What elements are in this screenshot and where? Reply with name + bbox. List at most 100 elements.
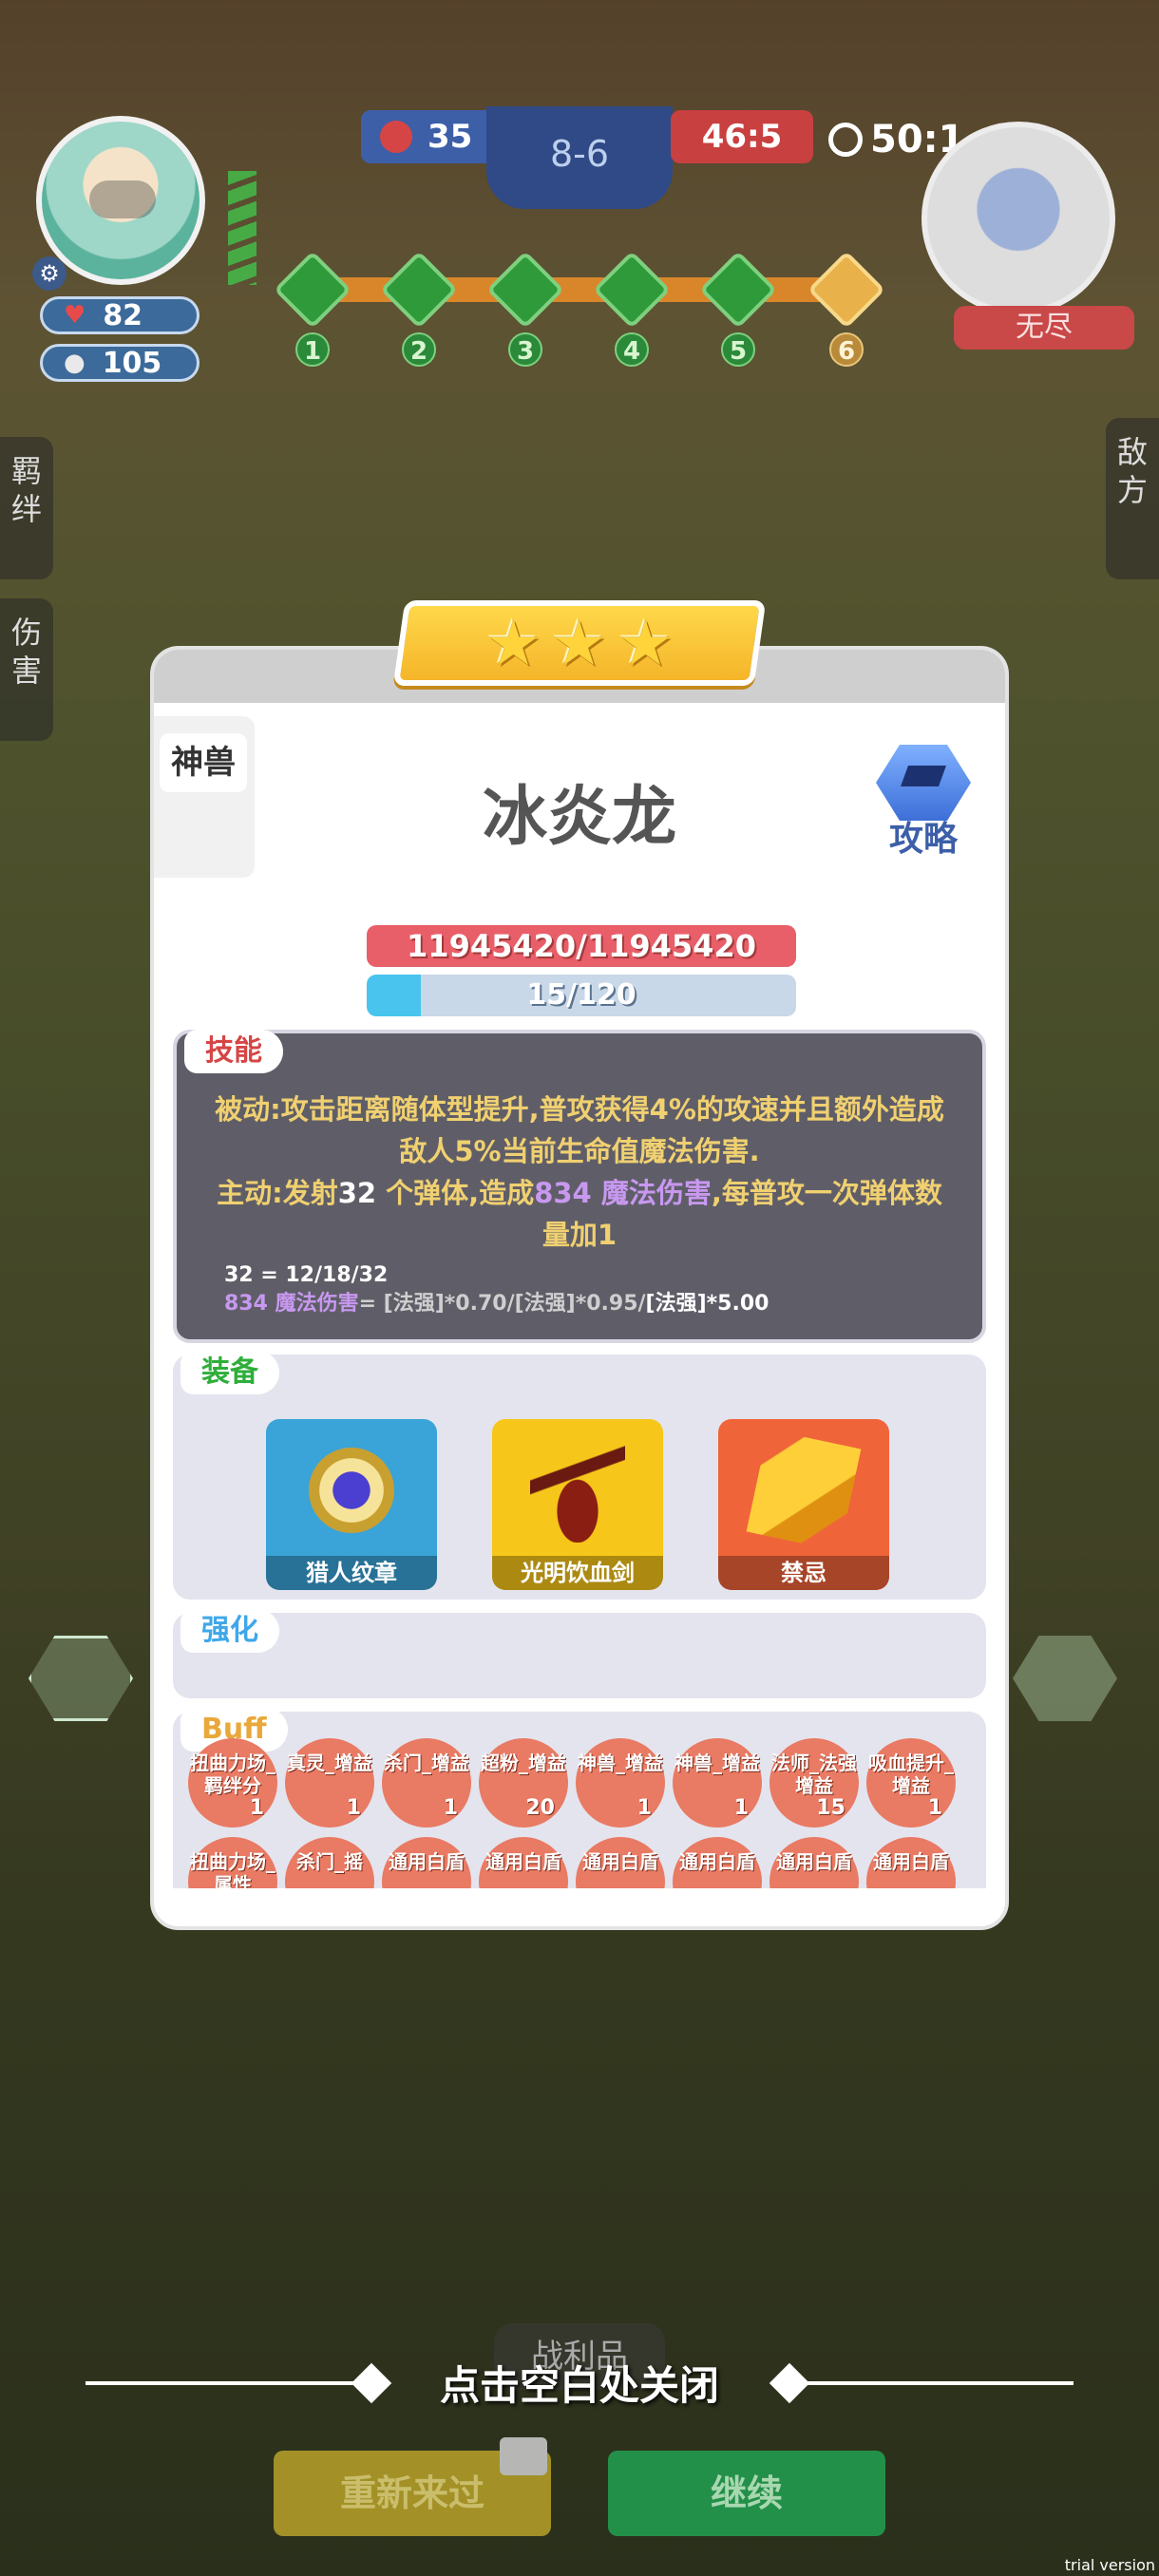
buff-name: 通用白盾 xyxy=(389,1850,465,1873)
buff-item[interactable]: 法师_法强增益 15 xyxy=(770,1738,859,1828)
score-right: 46:5 xyxy=(671,110,813,163)
buff-item[interactable]: 通用白盾 xyxy=(382,1837,471,1888)
buff-grid: 扭曲力场_羁绊分 1 真灵_增益 1 杀门_增益 1 超粉_增益 20 神兽_增益 1 神兽_增益 1… xyxy=(188,1738,956,1888)
player-avatar[interactable] xyxy=(36,116,205,285)
buff-name: 通用白盾 xyxy=(873,1850,949,1873)
heart-icon: ♥ xyxy=(64,301,86,330)
exp-text: 15/120 xyxy=(526,978,636,1012)
enhance-tag: 强化 xyxy=(180,1609,279,1653)
buff-name: 通用白盾 xyxy=(485,1850,561,1873)
enemy-avatar[interactable] xyxy=(922,122,1115,315)
skill-active-num: 32 xyxy=(337,1177,377,1209)
buff-name: 杀门_增益 xyxy=(384,1752,469,1774)
guide-button[interactable]: 攻略 xyxy=(866,745,980,859)
wave-number: 2 xyxy=(402,332,436,367)
tab-enemy-label: 敌方 xyxy=(1116,434,1148,508)
formula-scaling: = [法强]*0.70/[法强]*0.95/ xyxy=(358,1292,646,1316)
unit-detail-dialog: 神兽 冰炎龙 攻略 11945420/11945420 15/120 技能 被动… xyxy=(150,646,1009,1930)
buff-item[interactable]: 神兽_增益 1 xyxy=(576,1738,665,1828)
tab-damage[interactable]: 伤害 xyxy=(0,598,53,741)
buff-name: 超粉_增益 xyxy=(481,1752,566,1774)
buff-name: 通用白盾 xyxy=(679,1850,755,1873)
equipment-name: 光明饮血剑 xyxy=(492,1556,663,1590)
tab-enemy[interactable]: 敌方 xyxy=(1106,418,1159,579)
buff-item[interactable]: 杀门_摇 xyxy=(285,1837,374,1888)
buff-item[interactable]: 吸血提升_增益 1 xyxy=(866,1738,956,1828)
wave-number: 1 xyxy=(295,332,330,367)
buff-count: 1 xyxy=(443,1796,458,1820)
buff-count: 1 xyxy=(346,1796,361,1820)
skill-passive: 被动:攻击距离随体型提升,普攻获得4%的攻速并且额外造成敌人5%当前生命值魔法伤… xyxy=(215,1093,944,1167)
player-hp-pill: ♥ 82 xyxy=(40,296,200,334)
retry-label: 重新来过 xyxy=(339,2472,484,2514)
buff-name: 神兽_增益 xyxy=(674,1752,760,1774)
buff-name: 真灵_增益 xyxy=(287,1752,372,1774)
continue-label: 继续 xyxy=(710,2472,783,2514)
buff-item[interactable]: 神兽_增益 1 xyxy=(673,1738,762,1828)
settings-gear-icon[interactable]: ⚙ xyxy=(32,256,66,291)
buff-item[interactable]: 通用白盾 xyxy=(770,1837,859,1888)
star-icon: ★ xyxy=(485,606,542,680)
buff-count: 1 xyxy=(733,1796,749,1820)
buff-item[interactable]: 扭曲力场_羁绊分 1 xyxy=(188,1738,277,1828)
buff-count: 1 xyxy=(636,1796,652,1820)
skill-active-prefix: 主动:发射 xyxy=(217,1177,338,1209)
buff-name: 吸血提升_增益 xyxy=(868,1752,954,1797)
buff-name: 扭曲力场_羁绊分 xyxy=(190,1752,276,1797)
buff-item[interactable]: 超粉_增益 20 xyxy=(479,1738,568,1828)
buff-item[interactable]: 通用白盾 xyxy=(673,1837,762,1888)
close-hint[interactable]: 点击空白处关闭 xyxy=(0,2354,1159,2412)
buff-count: 1 xyxy=(249,1796,264,1820)
wave-number: 3 xyxy=(508,332,542,367)
score-right-value: 46:5 xyxy=(701,118,783,156)
equipment-name: 禁忌 xyxy=(718,1556,889,1590)
retry-button[interactable]: 重新来过 xyxy=(274,2437,551,2536)
skill-description: 被动:攻击距离随体型提升,普攻获得4%的攻速并且额外造成敌人5%当前生命值魔法伤… xyxy=(215,1089,944,1256)
skill-active-mid: 个弹体,造成 xyxy=(376,1177,535,1209)
buff-count: 20 xyxy=(525,1796,555,1820)
star-icon: ★ xyxy=(551,606,608,680)
buff-name: 杀门_摇 xyxy=(296,1850,363,1873)
equipment-name: 猎人纹章 xyxy=(266,1556,437,1590)
equipment-section: 装备 猎人纹章 光明饮血剑 禁忌 xyxy=(173,1351,986,1600)
bloodthirster-sword-icon xyxy=(530,1438,625,1543)
shield-icon xyxy=(380,121,412,153)
tab-bonds-label: 羁绊 xyxy=(10,453,42,527)
skill-active-dmg: 834 魔法伤害 xyxy=(534,1177,712,1209)
forbidden-crystal-icon xyxy=(746,1429,862,1552)
enhance-section: 强化 xyxy=(173,1609,986,1698)
hunter-emblem-icon xyxy=(304,1438,399,1543)
hp-bar: 11945420/11945420 xyxy=(367,925,796,967)
buff-item[interactable]: 真灵_增益 1 xyxy=(285,1738,374,1828)
equipment-item[interactable]: 禁忌 xyxy=(718,1419,889,1590)
wave-number: 4 xyxy=(615,332,649,367)
buff-item[interactable]: 通用白盾 xyxy=(866,1837,956,1888)
continue-button[interactable]: 继续 xyxy=(608,2451,885,2536)
equipment-item[interactable]: 猎人纹章 xyxy=(266,1419,437,1590)
formula-dmg: 834 魔法伤害 xyxy=(224,1292,359,1316)
formula-line-1: 32 = 12/18/32 xyxy=(224,1263,389,1287)
buff-name: 神兽_增益 xyxy=(578,1752,663,1774)
player-energy-bar xyxy=(228,171,256,285)
buff-item[interactable]: 杀门_增益 1 xyxy=(382,1738,471,1828)
coin-icon: ● xyxy=(64,349,86,377)
wave-number: 5 xyxy=(721,332,755,367)
star-rating-banner: ★ ★ ★ xyxy=(392,600,767,686)
formula-line-2: 834 魔法伤害= [法强]*0.70/[法强]*0.95/[法强]*5.00 xyxy=(224,1290,769,1318)
buff-item[interactable]: 扭曲力场_属性 xyxy=(188,1837,277,1888)
buff-count: 15 xyxy=(816,1796,846,1820)
graduation-cap-icon xyxy=(876,745,971,821)
equipment-item[interactable]: 光明饮血剑 xyxy=(492,1419,663,1590)
skill-section: 技能 被动:攻击距离随体型提升,普攻获得4%的攻速并且额外造成敌人5%当前生命值… xyxy=(173,1030,986,1343)
score-left-value: 35 xyxy=(428,118,473,156)
skill-formula: 32 = 12/18/32 834 魔法伤害= [法强]*0.70/[法强]*0… xyxy=(224,1261,769,1318)
skill-tag: 技能 xyxy=(184,1030,283,1073)
buff-name: 通用白盾 xyxy=(776,1850,852,1873)
enemy-label: 无尽 xyxy=(954,306,1134,350)
tab-bonds[interactable]: 羁绊 xyxy=(0,437,53,579)
buff-item[interactable]: 通用白盾 xyxy=(576,1837,665,1888)
trial-watermark: trial version xyxy=(1064,2556,1155,2574)
skill-active: 主动:发射32 个弹体,造成834 魔法伤害,每普攻一次弹体数量加1 xyxy=(215,1172,944,1256)
buff-item[interactable]: 通用白盾 xyxy=(479,1837,568,1888)
star-icon: ★ xyxy=(617,606,674,680)
